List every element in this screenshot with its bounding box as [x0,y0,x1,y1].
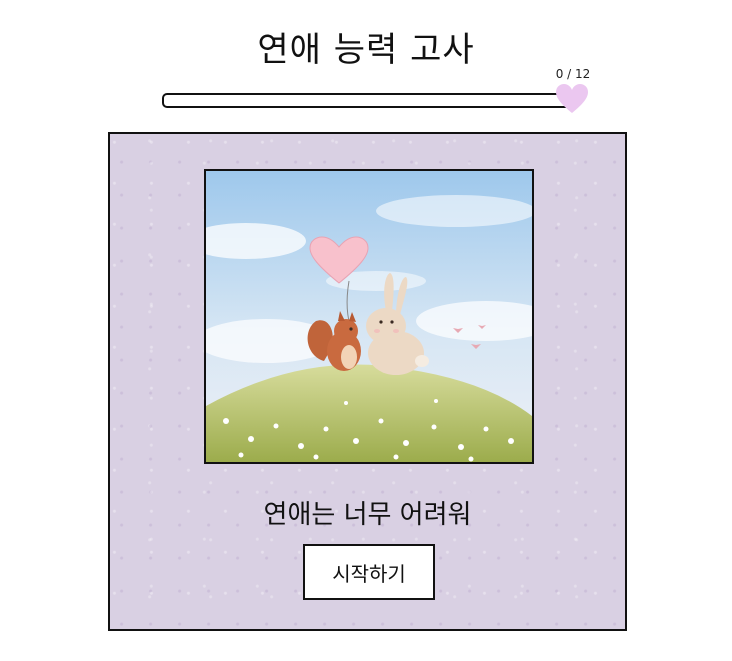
progress-count: 0 / 12 [555,67,591,81]
start-button[interactable]: 시작하기 [303,544,435,600]
page-title: 연애 능력 고사 [257,30,475,70]
quiz-subtitle: 연애는 너무 어려워 [263,500,472,530]
heart-icon [556,84,588,113]
illustration-image [204,169,534,464]
progress-bar [162,93,580,108]
quiz-card: 연애는 너무 어려워 시작하기 [108,132,627,631]
